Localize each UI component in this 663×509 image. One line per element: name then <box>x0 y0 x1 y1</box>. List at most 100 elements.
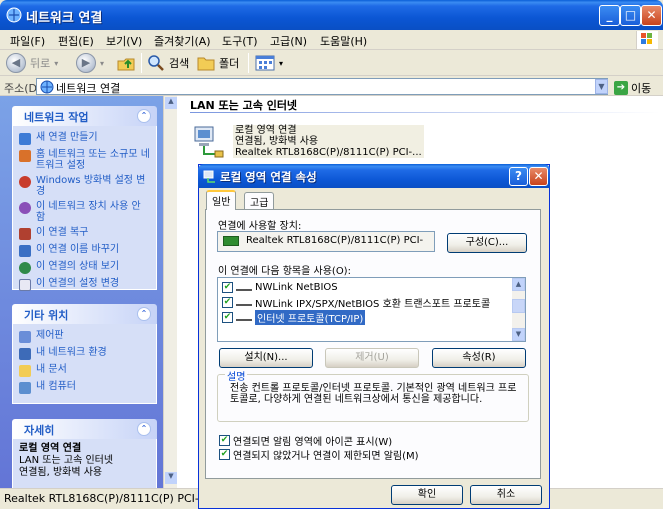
dialog-close-button[interactable]: ✕ <box>529 167 548 186</box>
address-input[interactable] <box>36 78 608 95</box>
task-change-settings[interactable]: 이 연결의 설정 변경 <box>19 278 150 291</box>
scroll-down-icon[interactable]: ▼ <box>512 328 525 341</box>
close-button[interactable]: ✕ <box>641 5 662 26</box>
firewall-icon <box>19 176 31 188</box>
checkbox[interactable]: ✔ <box>222 296 233 308</box>
checkbox[interactable]: ✔ <box>219 449 230 460</box>
tab-advanced[interactable]: 고급 <box>244 192 275 209</box>
menu-advanced[interactable]: 고급(N) <box>270 33 307 49</box>
show-icon-checkbox-row[interactable]: ✔ 연결되면 알림 영역에 아이콘 표시(W) <box>219 433 392 448</box>
connection-status: 연결됨, 방화벽 사용 <box>235 136 319 147</box>
collapse-chevron-icon[interactable]: ⌃ <box>137 109 151 123</box>
other-places-panel: 기타 위치 ⌃ 제어판 내 네트워크 환경 내 문서 내 컴퓨터 <box>12 304 157 404</box>
place-my-network[interactable]: 내 네트워크 환경 <box>19 347 150 360</box>
ok-button[interactable]: 확인 <box>391 485 463 505</box>
list-item[interactable]: ✔ NWLink NetBIOS <box>222 280 338 294</box>
help-button[interactable]: ? <box>509 167 528 186</box>
maximize-button[interactable]: □ <box>620 5 641 26</box>
other-places-header[interactable]: 기타 위치 ⌃ <box>12 304 157 324</box>
up-folder-button[interactable] <box>116 52 136 74</box>
dialog-title: 로컬 영역 연결 속성 <box>220 170 317 184</box>
new-connection-icon <box>19 133 31 145</box>
my-network-icon <box>19 348 31 360</box>
views-icon <box>255 55 275 71</box>
checkbox[interactable]: ✔ <box>222 281 233 293</box>
place-my-documents[interactable]: 내 문서 <box>19 364 150 377</box>
details-header[interactable]: 자세히 ⌃ <box>12 419 157 439</box>
scroll-down-icon[interactable]: ▼ <box>165 472 177 484</box>
window-title: 네트워크 연결 <box>26 11 103 26</box>
scroll-up-icon[interactable]: ▲ <box>512 278 525 291</box>
menu-file[interactable]: 파일(F) <box>10 33 45 49</box>
list-item[interactable]: ✔ NWLink IPX/SPX/NetBIOS 호환 트랜스포트 프로토콜 <box>222 295 490 310</box>
disable-device-icon <box>19 202 31 214</box>
address-dropdown-button[interactable]: ▼ <box>595 79 608 94</box>
connection-details[interactable]: 로컬 영역 연결 연결됨, 방화벽 사용 Realtek RTL8168C(P)… <box>233 125 424 158</box>
control-panel-icon <box>19 331 31 343</box>
notify-checkbox-row[interactable]: ✔ 연결되지 않았거나 연결이 제한되면 알림(M) <box>219 447 419 462</box>
address-value: 네트워크 연결 <box>56 82 121 95</box>
chevron-down-icon: ▾ <box>100 58 105 68</box>
menu-help[interactable]: 도움말(H) <box>320 33 367 49</box>
menu-edit[interactable]: 편집(E) <box>58 33 94 49</box>
menu-favorites[interactable]: 즐겨찾기(A) <box>154 33 211 49</box>
back-button[interactable]: ◀ 뒤로 ▾ <box>6 52 58 74</box>
collapse-chevron-icon[interactable]: ⌃ <box>137 307 151 321</box>
views-button[interactable]: ▾ <box>255 52 283 74</box>
my-computer-icon <box>19 382 31 394</box>
list-item-selected[interactable]: ✔ 인터넷 프로토콜(TCP/IP) <box>222 309 366 325</box>
toolbar-separator <box>248 53 249 73</box>
uninstall-button[interactable]: 제거(U) <box>325 348 419 368</box>
network-tasks-header[interactable]: 네트워크 작업 ⌃ <box>12 106 157 126</box>
folders-button[interactable]: 폴더 <box>197 52 239 74</box>
protocol-icon <box>236 283 252 291</box>
place-label: 내 문서 <box>36 364 67 375</box>
folder-icon <box>197 57 215 71</box>
notify-label: 연결되지 않았거나 연결이 제한되면 알림(M) <box>233 451 419 462</box>
checkbox[interactable]: ✔ <box>219 435 230 446</box>
go-label: 이동 <box>631 82 652 95</box>
search-button[interactable]: 검색 <box>147 52 189 74</box>
scroll-thumb[interactable] <box>512 299 525 313</box>
task-label: 이 네트워크 장치 사용 안 함 <box>36 201 141 223</box>
menu-tools[interactable]: 도구(T) <box>222 33 258 49</box>
place-control-panel[interactable]: 제어판 <box>19 330 150 343</box>
network-adapter-icon <box>223 236 239 246</box>
details-body: 로컬 영역 연결 LAN 또는 고속 인터넷 연결됨, 방화벽 사용 <box>12 439 157 489</box>
task-new-connection[interactable]: 새 연결 만들기 <box>19 132 150 145</box>
task-home-network[interactable]: 홈 네트워크 또는 소규모 네트워크 설정 <box>19 149 150 171</box>
task-label: Windows 방화벽 설정 변경 <box>36 175 146 197</box>
properties-button[interactable]: 속성(R) <box>432 348 526 368</box>
install-button[interactable]: 설치(N)... <box>219 348 313 368</box>
task-rename[interactable]: 이 연결 이름 바꾸기 <box>19 244 150 257</box>
menu-view[interactable]: 보기(V) <box>106 33 142 49</box>
task-view-status[interactable]: 이 연결의 상태 보기 <box>19 261 150 274</box>
group-title: LAN 또는 고속 인터넷 <box>190 99 298 112</box>
configure-button[interactable]: 구성(C)... <box>447 233 527 253</box>
task-repair[interactable]: 이 연결 복구 <box>19 227 150 240</box>
group-divider <box>190 112 660 113</box>
go-button[interactable]: ➔ 이동 <box>614 80 651 96</box>
collapse-chevron-icon[interactable]: ⌃ <box>137 422 151 436</box>
scroll-up-icon[interactable]: ▲ <box>165 97 177 109</box>
details-status: 연결됨, 방화벽 사용 <box>19 467 103 478</box>
cancel-button[interactable]: 취소 <box>470 485 542 505</box>
task-firewall[interactable]: Windows 방화벽 설정 변경 <box>19 175 150 197</box>
network-connections-icon <box>40 80 54 94</box>
checkbox[interactable]: ✔ <box>222 311 233 323</box>
chevron-down-icon: ▾ <box>279 58 284 68</box>
place-label: 제어판 <box>36 330 64 341</box>
tab-general[interactable]: 일반 <box>206 190 237 210</box>
protocol-icon <box>236 313 252 321</box>
connection-name: 로컬 영역 연결 <box>235 125 297 136</box>
forward-button[interactable]: ▶ ▾ <box>76 52 104 74</box>
place-my-computer[interactable]: 내 컴퓨터 <box>19 381 150 394</box>
other-places-body: 제어판 내 네트워크 환경 내 문서 내 컴퓨터 <box>12 324 157 404</box>
my-documents-icon <box>19 365 31 377</box>
show-icon-label: 연결되면 알림 영역에 아이콘 표시(W) <box>233 437 393 448</box>
task-disable-device[interactable]: 이 네트워크 장치 사용 안 함 <box>19 201 150 223</box>
minimize-button[interactable]: _ <box>599 5 620 26</box>
repair-icon <box>19 228 31 240</box>
up-folder-icon <box>117 58 135 71</box>
task-pane-scrollbar[interactable]: ▲ ▼ <box>163 96 177 488</box>
